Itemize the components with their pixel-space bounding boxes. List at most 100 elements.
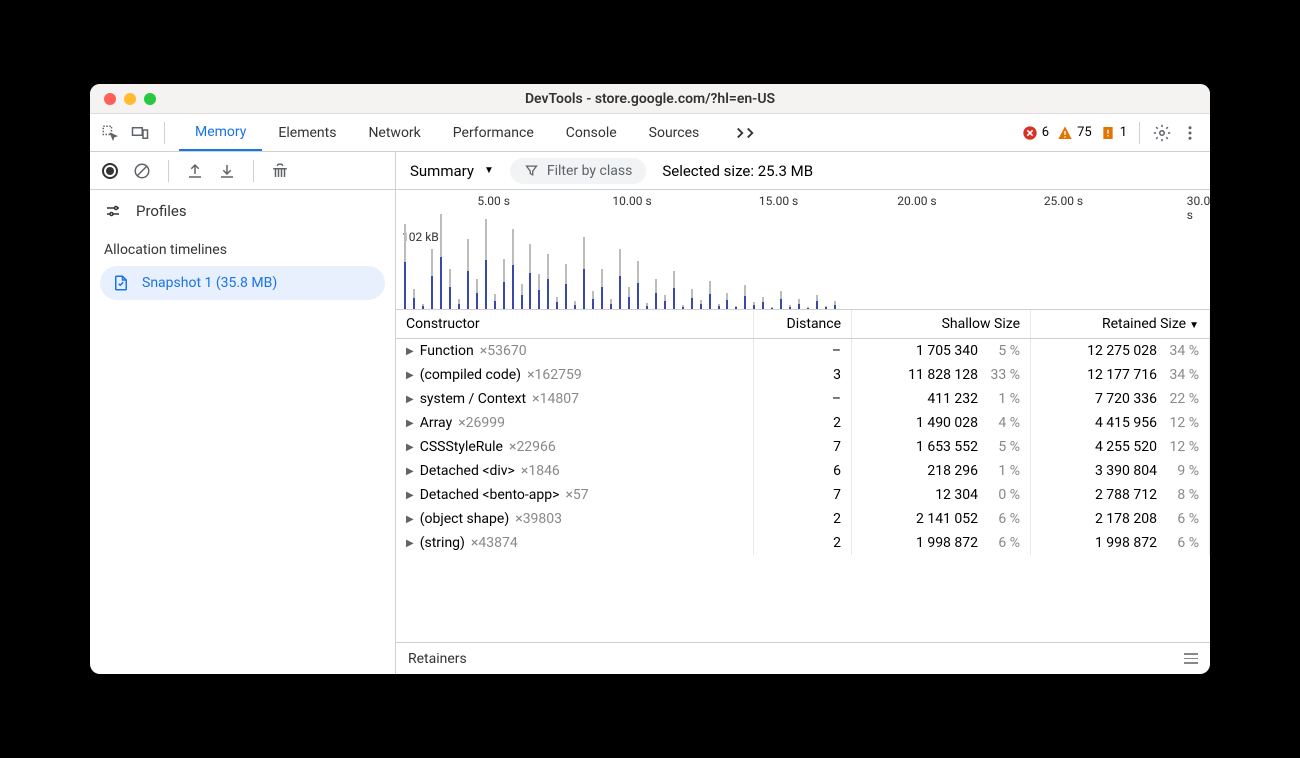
expand-icon[interactable]: ▶ bbox=[406, 370, 414, 381]
device-toolbar-icon[interactable] bbox=[130, 123, 150, 143]
allocation-timeline-chart[interactable]: 5.00 s 10.00 s 15.00 s 20.00 s 25.00 s 3… bbox=[396, 190, 1210, 310]
distance-cell: 2 bbox=[754, 531, 852, 555]
error-badge[interactable]: 6 bbox=[1022, 125, 1049, 141]
expand-icon[interactable]: ▶ bbox=[406, 394, 414, 405]
col-retained[interactable]: Retained Size▼ bbox=[1031, 310, 1210, 339]
expand-icon[interactable]: ▶ bbox=[406, 466, 414, 477]
table-row[interactable]: ▶(string) ×4387421 998 8726 %1 998 8726 … bbox=[396, 531, 1210, 555]
tab-sources[interactable]: Sources bbox=[633, 114, 716, 151]
constructor-count: ×39803 bbox=[515, 511, 562, 527]
col-shallow[interactable]: Shallow Size bbox=[852, 310, 1031, 339]
constructor-name: (object shape) bbox=[420, 511, 510, 527]
table-row[interactable]: ▶Array ×2699921 490 0284 %4 415 95612 % bbox=[396, 411, 1210, 435]
constructor-name: system / Context bbox=[420, 391, 526, 407]
issues-badge[interactable]: 1 bbox=[1100, 125, 1127, 141]
maximize-window-button[interactable] bbox=[144, 93, 156, 105]
distance-cell: 2 bbox=[754, 507, 852, 531]
warning-badge[interactable]: 75 bbox=[1057, 125, 1092, 141]
retained-cell: 3 390 8049 % bbox=[1031, 459, 1210, 483]
filter-input[interactable]: Filter by class bbox=[510, 158, 646, 184]
retained-cell: 2 788 7128 % bbox=[1031, 483, 1210, 507]
constructor-name: Function bbox=[420, 343, 474, 359]
download-icon[interactable] bbox=[217, 161, 237, 181]
table-row[interactable]: ▶(compiled code) ×162759311 828 12833 %1… bbox=[396, 363, 1210, 387]
close-window-button[interactable] bbox=[104, 93, 116, 105]
retained-cell: 2 178 2086 % bbox=[1031, 507, 1210, 531]
shallow-cell: 1 998 8726 % bbox=[852, 531, 1031, 555]
expand-icon[interactable]: ▶ bbox=[406, 514, 414, 525]
col-constructor[interactable]: Constructor bbox=[396, 310, 754, 339]
selected-size-label: Selected size: 25.3 MB bbox=[662, 162, 813, 180]
constructor-count: ×1846 bbox=[521, 463, 560, 479]
expand-icon[interactable]: ▶ bbox=[406, 490, 414, 501]
distance-cell: – bbox=[754, 339, 852, 364]
profiles-label: Profiles bbox=[136, 202, 187, 220]
expand-icon[interactable]: ▶ bbox=[406, 346, 414, 357]
warning-count: 75 bbox=[1077, 125, 1092, 140]
tab-performance[interactable]: Performance bbox=[437, 114, 550, 151]
tab-network[interactable]: Network bbox=[352, 114, 436, 151]
sort-desc-icon: ▼ bbox=[1189, 320, 1199, 331]
table-row[interactable]: ▶(object shape) ×3980322 141 0526 %2 178… bbox=[396, 507, 1210, 531]
issues-count: 1 bbox=[1120, 125, 1127, 140]
divider bbox=[253, 160, 254, 182]
record-button[interactable] bbox=[100, 161, 120, 181]
minimize-window-button[interactable] bbox=[124, 93, 136, 105]
heap-table: Constructor Distance Shallow Size Retain… bbox=[396, 310, 1210, 642]
expand-icon[interactable]: ▶ bbox=[406, 538, 414, 549]
filter-icon bbox=[524, 163, 539, 178]
tab-elements[interactable]: Elements bbox=[262, 114, 352, 151]
table-row[interactable]: ▶Detached <bento-app> ×57712 3040 %2 788… bbox=[396, 483, 1210, 507]
titlebar: DevTools - store.google.com/?hl=en-US bbox=[90, 84, 1210, 114]
snapshot-item[interactable]: Snapshot 1 (35.8 MB) bbox=[100, 266, 385, 300]
shallow-cell: 1 490 0284 % bbox=[852, 411, 1031, 435]
distance-cell: – bbox=[754, 387, 852, 411]
distance-cell: 7 bbox=[754, 435, 852, 459]
retainers-panel-header[interactable]: Retainers bbox=[396, 642, 1210, 674]
constructor-count: ×14807 bbox=[532, 391, 579, 407]
file-icon bbox=[112, 274, 130, 292]
filter-placeholder: Filter by class bbox=[547, 163, 632, 179]
view-dropdown[interactable]: Summary ▼ bbox=[410, 162, 494, 180]
traffic-lights bbox=[90, 93, 156, 105]
expand-icon[interactable]: ▶ bbox=[406, 418, 414, 429]
constructor-count: ×162759 bbox=[527, 367, 582, 383]
constructor-count: ×53670 bbox=[480, 343, 527, 359]
view-dropdown-label: Summary bbox=[410, 162, 474, 180]
table-row[interactable]: ▶Detached <div> ×18466218 2961 %3 390 80… bbox=[396, 459, 1210, 483]
menu-icon[interactable] bbox=[1184, 653, 1198, 664]
upload-icon[interactable] bbox=[185, 161, 205, 181]
more-tabs-button[interactable] bbox=[715, 114, 775, 151]
inspect-element-icon[interactable] bbox=[100, 123, 120, 143]
tab-memory[interactable]: Memory bbox=[179, 114, 262, 151]
constructor-name: Detached <div> bbox=[420, 463, 515, 479]
main-toolbar: Summary ▼ Filter by class Selected size:… bbox=[396, 152, 1210, 190]
constructor-count: ×43874 bbox=[471, 535, 518, 551]
profiles-header[interactable]: Profiles bbox=[90, 190, 395, 232]
settings-icon[interactable] bbox=[1152, 123, 1172, 143]
table-row[interactable]: ▶Function ×53670–1 705 3405 %12 275 0283… bbox=[396, 339, 1210, 364]
table-row[interactable]: ▶CSSStyleRule ×2296671 653 5525 %4 255 5… bbox=[396, 435, 1210, 459]
constructor-name: CSSStyleRule bbox=[420, 439, 503, 455]
distance-cell: 2 bbox=[754, 411, 852, 435]
more-menu-icon[interactable] bbox=[1180, 123, 1200, 143]
tab-console[interactable]: Console bbox=[550, 114, 633, 151]
window-title: DevTools - store.google.com/?hl=en-US bbox=[90, 91, 1210, 107]
tick: 5.00 s bbox=[477, 194, 510, 208]
snapshot-label: Snapshot 1 (35.8 MB) bbox=[142, 275, 277, 291]
distance-cell: 7 bbox=[754, 483, 852, 507]
col-distance[interactable]: Distance bbox=[754, 310, 852, 339]
section-allocation-timelines: Allocation timelines bbox=[90, 232, 395, 264]
sidebar: Profiles Allocation timelines Snapshot 1… bbox=[90, 152, 396, 674]
constructor-name: (string) bbox=[420, 535, 465, 551]
constructor-count: ×22966 bbox=[509, 439, 556, 455]
expand-icon[interactable]: ▶ bbox=[406, 442, 414, 453]
tick: 15.00 s bbox=[759, 194, 798, 208]
collect-garbage-icon[interactable] bbox=[270, 161, 290, 181]
main-panel: Summary ▼ Filter by class Selected size:… bbox=[396, 152, 1210, 674]
divider bbox=[168, 160, 169, 182]
shallow-cell: 1 653 5525 % bbox=[852, 435, 1031, 459]
clear-button[interactable] bbox=[132, 161, 152, 181]
constructor-name: Array bbox=[420, 415, 452, 431]
table-row[interactable]: ▶system / Context ×14807–411 2321 %7 720… bbox=[396, 387, 1210, 411]
